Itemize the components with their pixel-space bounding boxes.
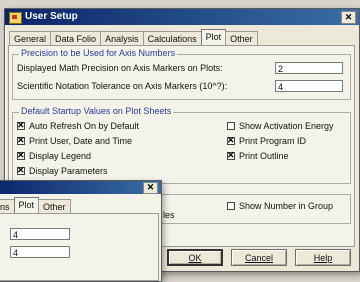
ok-button[interactable]: OK bbox=[167, 249, 223, 266]
checkbox-label: Print User, Date and Time bbox=[29, 136, 133, 146]
help-button[interactable]: Help bbox=[295, 249, 351, 266]
background-close-button[interactable]: ✕ bbox=[143, 182, 158, 194]
tab-calculations[interactable]: Calculations bbox=[142, 31, 202, 46]
print-outline-checkbox[interactable]: Print Outline bbox=[227, 150, 289, 161]
checkbox-mark bbox=[227, 150, 235, 161]
sci-notation-label: Scientific Notation Tolerance on Axis Ma… bbox=[17, 81, 228, 91]
print-user-date-checkbox[interactable]: Print User, Date and Time bbox=[17, 135, 133, 146]
checkbox-mark bbox=[17, 165, 25, 176]
precision-group: Precision to be Used for Axis Numbers Di… bbox=[12, 48, 351, 100]
ok-button-label: OK bbox=[188, 253, 202, 263]
dialog-title: User Setup bbox=[25, 11, 78, 22]
checkbox-label: Print Program ID bbox=[239, 136, 307, 146]
defaults-group: Default Startup Values on Plot Sheets Au… bbox=[12, 106, 351, 184]
defaults-group-title: Default Startup Values on Plot Sheets bbox=[19, 106, 174, 116]
checkbox-mark bbox=[17, 120, 25, 131]
checkbox-label: Display Parameters bbox=[29, 166, 108, 176]
title-bar[interactable]: User Setup ✕ bbox=[5, 9, 359, 25]
checkbox-label: Show Number in Group bbox=[239, 201, 334, 211]
app-icon bbox=[9, 12, 22, 24]
checkbox-label: Display Legend bbox=[29, 151, 92, 161]
print-program-id-checkbox[interactable]: Print Program ID bbox=[227, 135, 307, 146]
checkbox-mark bbox=[17, 135, 25, 146]
show-number-in-group-checkbox[interactable]: Show Number in Group bbox=[227, 201, 333, 211]
background-panel: 4 4 bbox=[0, 213, 159, 281]
checkbox-mark bbox=[17, 150, 25, 161]
cancel-button-label: Cancel bbox=[244, 253, 273, 263]
background-tab-plot[interactable]: Plot bbox=[13, 197, 40, 214]
math-precision-label: Displayed Math Precision on Axis Markers… bbox=[17, 63, 223, 73]
checkbox-mark bbox=[227, 202, 235, 210]
tab-plot[interactable]: Plot bbox=[200, 29, 227, 46]
background-field-1[interactable]: 4 bbox=[10, 228, 70, 240]
background-field-2[interactable]: 4 bbox=[10, 246, 70, 258]
checkbox-label: Auto Refresh On by Default bbox=[29, 121, 140, 131]
sci-notation-field[interactable]: 4 bbox=[275, 80, 343, 92]
checkbox-mark bbox=[227, 122, 235, 130]
tab-data-folio[interactable]: Data Folio bbox=[50, 31, 102, 46]
checkbox-label: Print Outline bbox=[239, 151, 289, 161]
background-tab-partial[interactable]: ns bbox=[0, 199, 15, 214]
cancel-button[interactable]: Cancel bbox=[231, 249, 287, 266]
tab-general[interactable]: General bbox=[9, 31, 52, 46]
precision-group-title: Precision to be Used for Axis Numbers bbox=[19, 48, 178, 58]
partial-label: les bbox=[163, 210, 175, 220]
background-tab-other[interactable]: Other bbox=[38, 199, 71, 214]
display-legend-checkbox[interactable]: Display Legend bbox=[17, 150, 92, 161]
auto-refresh-checkbox[interactable]: Auto Refresh On by Default bbox=[17, 120, 140, 131]
background-title-bar[interactable]: ✕ bbox=[0, 181, 161, 194]
background-dialog: ✕ ns Plot Other 4 4 bbox=[0, 180, 162, 282]
close-button[interactable]: ✕ bbox=[341, 11, 356, 24]
background-tab-strip: ns Plot Other bbox=[0, 197, 71, 214]
show-activation-energy-checkbox[interactable]: Show Activation Energy bbox=[227, 121, 334, 131]
display-parameters-checkbox[interactable]: Display Parameters bbox=[17, 165, 108, 176]
tab-other[interactable]: Other bbox=[225, 31, 258, 46]
checkbox-label: Show Activation Energy bbox=[239, 121, 334, 131]
math-precision-field[interactable]: 2 bbox=[275, 62, 343, 74]
tab-strip: General Data Folio Analysis Calculations… bbox=[9, 29, 258, 46]
checkbox-mark bbox=[227, 135, 235, 146]
help-button-label: Help bbox=[313, 253, 333, 263]
tab-analysis[interactable]: Analysis bbox=[100, 31, 144, 46]
